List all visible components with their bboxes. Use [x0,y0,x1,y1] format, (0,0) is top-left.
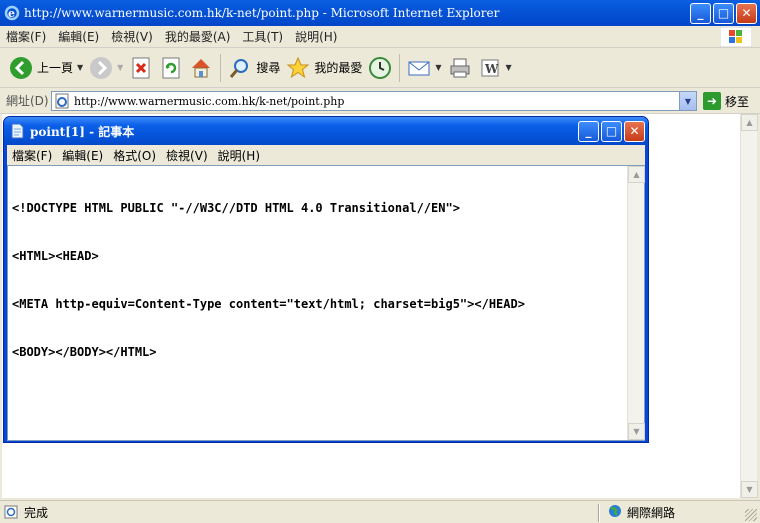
print-button[interactable] [445,52,475,84]
status-divider [598,504,600,522]
menu-help[interactable]: 說明(H) [289,28,343,45]
home-button[interactable] [186,52,216,84]
chevron-down-icon[interactable]: ▼ [506,63,512,72]
search-label: 搜尋 [256,61,281,75]
notepad-maximize-button[interactable]: □ [601,120,622,142]
status-text: 完成 [24,505,49,520]
done-page-icon [4,505,18,519]
chevron-down-icon[interactable]: ▼ [77,63,83,72]
printer-icon [448,56,472,80]
notepad-title: point[1] - 記事本 [30,124,135,139]
history-icon [368,56,392,80]
notepad-minimize-button[interactable]: _ [578,120,599,142]
refresh-icon [159,56,183,80]
menu-view[interactable]: 檢視(V) [105,28,159,45]
svg-text:W: W [484,62,499,76]
chevron-down-icon[interactable]: ▼ [435,63,441,72]
status-bar: 完成 網際網路 [0,500,760,523]
scroll-up-icon[interactable]: ▲ [628,166,645,183]
history-button[interactable] [365,52,395,84]
mail-button[interactable]: ▼ [404,52,444,84]
address-input[interactable]: http://www.warnermusic.com.hk/k-net/poin… [51,91,697,111]
menu-edit[interactable]: 編輯(E) [52,28,105,45]
minimize-icon: _ [697,6,704,20]
notepad-text: <!DOCTYPE HTML PUBLIC "-//W3C//DTD HTML … [12,168,624,392]
edit-word-button[interactable]: W ▼ [475,52,515,84]
page-icon [54,93,70,109]
notepad-menu-edit[interactable]: 編輯(E) [57,147,108,164]
globe-icon [608,504,622,521]
browser-scrollbar[interactable]: ▲ ▼ [740,114,758,498]
chevron-down-icon[interactable]: ▼ [117,63,123,72]
windows-logo-icon [719,26,753,48]
search-button[interactable]: 搜尋 [225,52,283,84]
address-url: http://www.warnermusic.com.hk/k-net/poin… [74,94,345,108]
stop-button[interactable] [126,52,156,84]
go-label: 移至 [725,94,750,109]
notepad-close-button[interactable]: ✕ [624,120,645,142]
go-button[interactable]: ➜ 移至 [703,92,749,110]
browser-title: http://www.warnermusic.com.hk/k-net/poin… [24,6,500,20]
minimize-icon: _ [585,124,592,138]
favorites-label: 我的最愛 [314,61,363,75]
notepad-menu-help[interactable]: 說明(H) [213,147,265,164]
search-icon [228,56,252,80]
text-line: <META http-equiv=Content-Type content="t… [12,297,525,311]
text-line: <HTML><HEAD> [12,249,99,263]
address-label: 網址(D) [6,94,49,108]
toolbar-separator [220,53,222,82]
resize-grip-icon[interactable] [745,509,757,521]
favorites-button[interactable]: 我的最愛 [283,52,365,84]
notepad-window: point[1] - 記事本 _ □ ✕ 檔案(F) 編輯(E) 格式(O) 檢… [3,116,649,443]
browser-menubar: 檔案(F) 編輯(E) 檢視(V) 我的最愛(A) 工具(T) 說明(H) [0,26,760,48]
menu-tools[interactable]: 工具(T) [236,28,289,45]
notepad-text-area[interactable]: <!DOCTYPE HTML PUBLIC "-//W3C//DTD HTML … [7,165,645,441]
close-icon: ✕ [741,6,752,20]
menu-file[interactable]: 檔案(F) [0,28,52,45]
stop-icon [129,56,153,80]
notepad-menubar: 檔案(F) 編輯(E) 格式(O) 檢視(V) 說明(H) [7,145,645,165]
chevron-down-icon[interactable]: ▼ [679,92,696,110]
browser-toolbar: 上一頁 ▼ ▼ 搜尋 我的最愛 ▼ W ▼ [0,48,760,88]
home-icon [189,56,213,80]
forward-button[interactable]: ▼ [86,52,126,84]
notepad-menu-file[interactable]: 檔案(F) [7,147,57,164]
back-button[interactable]: 上一頁 ▼ [6,52,86,84]
maximize-button[interactable]: □ [713,2,734,24]
internet-explorer-icon: e [4,5,20,21]
notepad-icon [10,123,24,139]
mail-icon [407,56,431,80]
text-line: <!DOCTYPE HTML PUBLIC "-//W3C//DTD HTML … [12,201,460,215]
minimize-button[interactable]: _ [690,2,711,24]
menu-favorites[interactable]: 我的最愛(A) [159,28,237,45]
back-arrow-icon [9,56,33,80]
refresh-button[interactable] [156,52,186,84]
maximize-icon: □ [717,6,730,20]
security-zone[interactable]: 網際網路 [608,504,675,521]
go-arrow-icon: ➜ [703,92,721,110]
forward-arrow-icon [89,56,113,80]
notepad-titlebar[interactable]: point[1] - 記事本 _ □ ✕ [4,117,648,145]
browser-titlebar[interactable]: e http://www.warnermusic.com.hk/k-net/po… [0,0,760,26]
notepad-menu-view[interactable]: 檢視(V) [161,147,213,164]
svg-text:e: e [8,7,15,20]
scroll-down-icon[interactable]: ▼ [741,481,758,498]
word-icon: W [478,56,502,80]
notepad-scrollbar[interactable]: ▲ ▼ [627,166,645,440]
maximize-icon: □ [605,124,618,138]
back-label: 上一頁 [37,61,74,75]
scroll-up-icon[interactable]: ▲ [741,114,758,131]
scroll-down-icon[interactable]: ▼ [628,423,645,440]
star-icon [286,56,310,80]
toolbar-separator [399,53,401,82]
close-icon: ✕ [629,124,640,138]
zone-label: 網際網路 [627,506,676,520]
notepad-menu-format[interactable]: 格式(O) [108,147,161,164]
close-button[interactable]: ✕ [736,2,757,24]
address-bar: 網址(D) http://www.warnermusic.com.hk/k-ne… [0,88,760,114]
text-line: <BODY></BODY></HTML> [12,345,157,359]
